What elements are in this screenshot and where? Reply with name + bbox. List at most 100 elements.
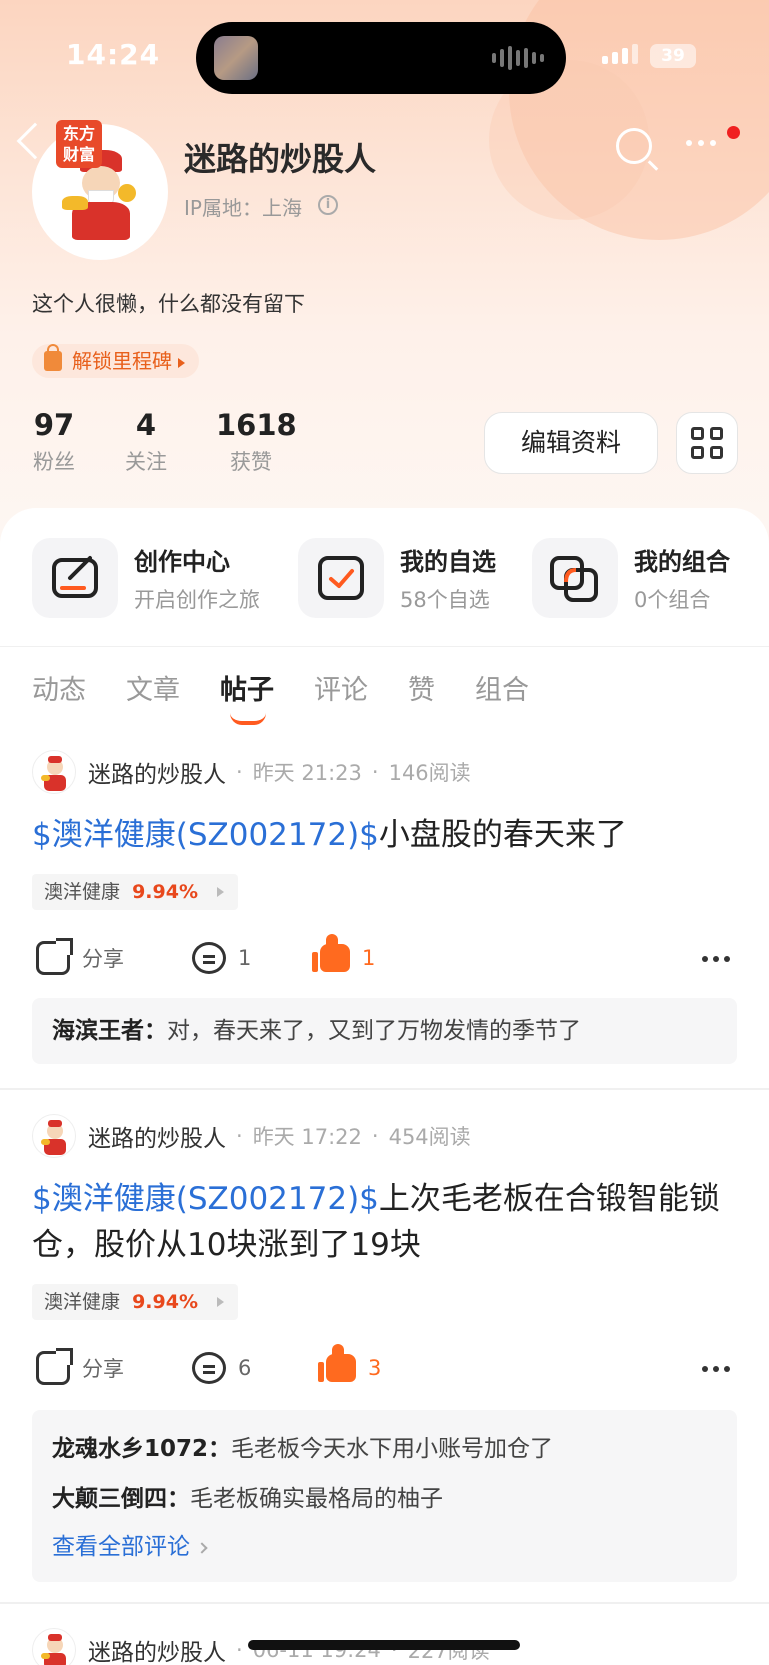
quick-link-subtitle: 开启创作之旅 [134, 588, 260, 612]
author-avatar[interactable] [32, 1628, 76, 1665]
author-name: 迷路的炒股人 [88, 1126, 226, 1152]
share-label: 分享 [82, 1357, 124, 1381]
comments-preview[interactable]: 海滨王者：对，春天来了，又到了万物发情的季节了 [32, 998, 737, 1064]
quick-link-creation[interactable]: 创作中心 开启创作之旅 [32, 538, 272, 618]
view-all-comments-link[interactable]: 查看全部评论 [52, 1524, 717, 1570]
like-button[interactable]: 1 [312, 934, 375, 978]
tab-posts[interactable]: 帖子 [220, 668, 274, 725]
battery-icon: 39 [650, 44, 696, 68]
like-button[interactable]: 3 [318, 1344, 381, 1388]
signal-icon [602, 44, 638, 64]
audio-wave-icon [492, 46, 544, 70]
comment-text: 毛老板今天水下用小账号加仓了 [231, 1436, 554, 1462]
post-reads: 454阅读 [388, 1125, 471, 1149]
view-all-label: 查看全部评论 [52, 1534, 190, 1560]
portfolio-icon [532, 538, 618, 618]
tab-dynamics[interactable]: 动态 [32, 668, 86, 707]
share-button[interactable]: 分享 [36, 1348, 124, 1388]
stock-tag[interactable]: 澳洋健康 9.94% [32, 874, 238, 910]
share-label: 分享 [82, 947, 124, 971]
stat-label: 粉丝 [33, 450, 75, 474]
more-icon[interactable] [686, 140, 716, 146]
quick-link-title: 我的自选 [400, 548, 496, 576]
more-options-icon[interactable] [702, 1366, 730, 1372]
author-name: 迷路的炒股人 [88, 1640, 226, 1665]
share-icon [36, 1348, 73, 1385]
share-button[interactable]: 分享 [36, 938, 124, 978]
comment-item: 海滨王者：对，春天来了，又到了万物发情的季节了 [52, 1018, 581, 1044]
search-icon[interactable] [616, 128, 652, 164]
comment-user[interactable]: 大颠三倒四 [52, 1486, 167, 1512]
profile-bio: 这个人很懒，什么都没有留下 [32, 292, 305, 316]
stock-tag[interactable]: 澳洋健康 9.94% [32, 1284, 238, 1320]
chevron-right-icon [196, 1541, 208, 1554]
comment-button[interactable]: 6 [192, 1348, 251, 1388]
triangle-right-icon [178, 357, 185, 368]
quick-link-title: 创作中心 [134, 548, 230, 576]
stat-followers[interactable]: 97 粉丝 [32, 408, 76, 476]
comments-preview[interactable]: 龙魂水乡1072：毛老板今天水下用小账号加仓了 大颠三倒四：毛老板确实最格局的柚… [32, 1410, 737, 1582]
stock-name: 澳洋健康 [44, 881, 121, 903]
info-icon[interactable]: i [318, 195, 338, 215]
arrow-right-icon [216, 1297, 224, 1307]
comment-user[interactable]: 海滨王者 [52, 1018, 144, 1044]
stat-likes[interactable]: 1618 获赞 [216, 408, 297, 476]
more-options-icon[interactable] [702, 956, 730, 962]
edit-profile-button[interactable]: 编辑资料 [484, 412, 658, 474]
post-body: 小盘股的春天来了 [378, 817, 627, 853]
ip-location: IP属地：上海 [184, 196, 302, 220]
tab-likes[interactable]: 赞 [408, 668, 435, 707]
comment-user[interactable]: 龙魂水乡1072 [52, 1436, 208, 1462]
post-content[interactable]: $澳洋健康(SZ002172)$上次毛老板在合锻智能锁仓，股价从10块涨到了19… [32, 1176, 732, 1268]
author-avatar[interactable] [32, 1114, 76, 1158]
quick-link-watchlist[interactable]: 我的自选 58个自选 [298, 538, 508, 618]
comment-item: 龙魂水乡1072：毛老板今天水下用小账号加仓了 [52, 1436, 554, 1462]
divider [0, 1602, 769, 1604]
watchlist-icon [298, 538, 384, 618]
comment-text: 毛老板确实最格局的柚子 [190, 1486, 443, 1512]
home-indicator[interactable] [248, 1640, 520, 1650]
post-time: 昨天 17:22 [252, 1125, 362, 1149]
divider [0, 1088, 769, 1090]
milestone-button[interactable]: 解锁里程碑 [32, 344, 199, 378]
tab-portfolios[interactable]: 组合 [475, 668, 529, 707]
lock-icon [44, 344, 62, 371]
qr-code-button[interactable] [676, 412, 738, 474]
dynamic-island [196, 22, 566, 94]
author-name: 迷路的炒股人 [88, 762, 226, 788]
milestone-label: 解锁里程碑 [72, 349, 172, 373]
stat-value: 1618 [216, 408, 297, 442]
stock-ticker-link[interactable]: $澳洋健康(SZ002172)$ [32, 1181, 379, 1217]
quick-link-portfolio[interactable]: 我的组合 0个组合 [532, 538, 742, 618]
post-author[interactable]: 迷路的炒股人 · 昨天 17:22 · 454阅读 [32, 1114, 471, 1158]
post-content[interactable]: $澳洋健康(SZ002172)$小盘股的春天来了 [32, 812, 732, 858]
tab-comments[interactable]: 评论 [314, 668, 368, 707]
tab-articles[interactable]: 文章 [126, 668, 180, 707]
thumbs-up-icon [312, 934, 350, 972]
profile-username: 迷路的炒股人 [184, 140, 377, 178]
stat-following[interactable]: 4 关注 [124, 408, 168, 476]
stock-ticker-link[interactable]: $澳洋健康(SZ002172)$ [32, 817, 379, 853]
arrow-right-icon [216, 887, 224, 897]
stat-value: 97 [33, 408, 75, 442]
author-avatar[interactable] [32, 750, 76, 794]
status-time: 14:24 [66, 38, 161, 71]
post-reads: 146阅读 [388, 761, 471, 785]
stock-name: 澳洋健康 [44, 1291, 121, 1313]
divider [0, 646, 769, 647]
comment-text: 对，春天来了，又到了万物发情的季节了 [167, 1018, 581, 1044]
post-time: 昨天 21:23 [252, 761, 362, 785]
stock-change: 9.94% [132, 881, 198, 903]
stat-value: 4 [135, 408, 157, 442]
comment-icon [192, 942, 226, 974]
now-playing-thumbnail [214, 36, 258, 80]
notification-dot [727, 126, 740, 139]
quick-link-subtitle: 0个组合 [634, 588, 711, 612]
comment-button[interactable]: 1 [192, 938, 251, 978]
stat-label: 获赞 [230, 450, 272, 474]
post-author[interactable]: 迷路的炒股人 · 昨天 21:23 · 146阅读 [32, 750, 471, 794]
comment-count: 1 [238, 946, 252, 970]
thumbs-up-icon [318, 1344, 356, 1382]
quick-link-title: 我的组合 [634, 548, 730, 576]
share-icon [36, 938, 73, 975]
